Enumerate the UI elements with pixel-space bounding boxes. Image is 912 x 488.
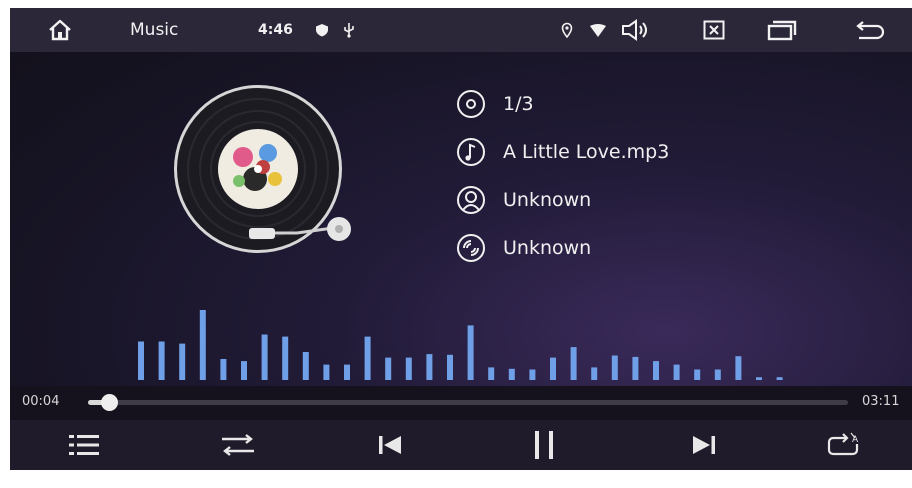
- wifi-icon: [586, 8, 610, 52]
- album-row: Unknown: [455, 230, 591, 266]
- repeat-button[interactable]: A: [814, 420, 874, 470]
- pause-icon: [535, 431, 553, 459]
- play-mode-button[interactable]: [208, 420, 268, 470]
- repeat-all-icon: A: [827, 432, 859, 456]
- shuffle-icon: [222, 434, 254, 456]
- equalizer-bar: [302, 352, 309, 380]
- status-clock: 4:46: [258, 22, 293, 38]
- equalizer-bar: [426, 354, 433, 380]
- album-art-record: [165, 83, 360, 253]
- playlist-icon: [69, 435, 99, 455]
- album-name: Unknown: [503, 237, 592, 259]
- elapsed-time: 00:04: [22, 394, 60, 409]
- album-icon: [457, 234, 485, 262]
- equalizer-bar: [714, 369, 721, 380]
- artist-name: Unknown: [503, 189, 592, 211]
- equalizer-bar: [199, 310, 206, 380]
- equalizer-bar: [653, 361, 659, 380]
- equalizer-bar: [344, 364, 350, 380]
- next-button[interactable]: [674, 420, 734, 470]
- music-note-icon: [457, 138, 485, 166]
- equalizer-bar: [261, 334, 268, 380]
- equalizer-bar: [529, 369, 536, 380]
- seek-bar[interactable]: [88, 400, 848, 405]
- equalizer-bar: [364, 336, 371, 380]
- equalizer-bar: [323, 364, 330, 380]
- equalizer-bar: [776, 377, 783, 380]
- volume-icon[interactable]: [618, 8, 654, 52]
- recent-apps-icon[interactable]: [760, 8, 804, 52]
- location-icon: [556, 8, 578, 52]
- usb-icon: [338, 8, 360, 52]
- total-duration: 03:11: [862, 394, 900, 409]
- equalizer-bar: [756, 377, 762, 380]
- svg-text:A: A: [852, 435, 859, 445]
- equalizer-bar: [735, 356, 742, 380]
- equalizer-bar: [611, 355, 618, 380]
- home-icon[interactable]: [38, 8, 82, 52]
- equalizer-bar: [447, 354, 453, 380]
- equalizer-visualizer: [138, 310, 783, 380]
- equalizer-bar: [550, 357, 556, 380]
- app-title: Music: [130, 20, 179, 40]
- next-icon: [693, 436, 715, 454]
- person-icon: [457, 186, 485, 214]
- equalizer-bar: [591, 367, 598, 380]
- equalizer-bar: [282, 336, 289, 380]
- equalizer-bar: [467, 325, 474, 380]
- playlist-button[interactable]: [54, 420, 114, 470]
- status-bar: Music 4:46: [10, 8, 912, 52]
- close-box-icon[interactable]: [696, 8, 732, 52]
- music-player-screen: Music 4:46 1/3 A Little Love.mp3 Unknown…: [10, 8, 912, 470]
- equalizer-bar: [488, 367, 495, 380]
- equalizer-bar: [138, 341, 144, 380]
- equalizer-bar: [570, 347, 577, 380]
- previous-button[interactable]: [360, 420, 420, 470]
- playback-controls: A: [10, 420, 912, 470]
- equalizer-bar: [385, 357, 392, 380]
- progress-area: 00:04 03:11: [10, 386, 912, 420]
- shield-dot-icon: [310, 8, 334, 52]
- back-icon[interactable]: [848, 8, 892, 52]
- equalizer-bar: [508, 368, 515, 380]
- equalizer-bar: [632, 356, 639, 380]
- equalizer-bar: [241, 361, 247, 380]
- track-number: 1/3: [503, 93, 534, 115]
- seek-bar-knob[interactable]: [100, 394, 118, 411]
- equalizer-bar: [673, 364, 680, 380]
- equalizer-bar: [158, 341, 165, 380]
- equalizer-bar: [179, 343, 186, 380]
- previous-icon: [379, 436, 401, 454]
- equalizer-bar: [220, 359, 227, 380]
- pause-button[interactable]: [514, 420, 574, 470]
- track-number-row: 1/3: [455, 86, 534, 122]
- track-title-row: A Little Love.mp3: [455, 134, 669, 170]
- track-title: A Little Love.mp3: [503, 141, 670, 163]
- equalizer-bar: [405, 357, 412, 380]
- disc-icon: [457, 90, 485, 118]
- equalizer-bar: [694, 369, 701, 380]
- artist-row: Unknown: [455, 182, 591, 218]
